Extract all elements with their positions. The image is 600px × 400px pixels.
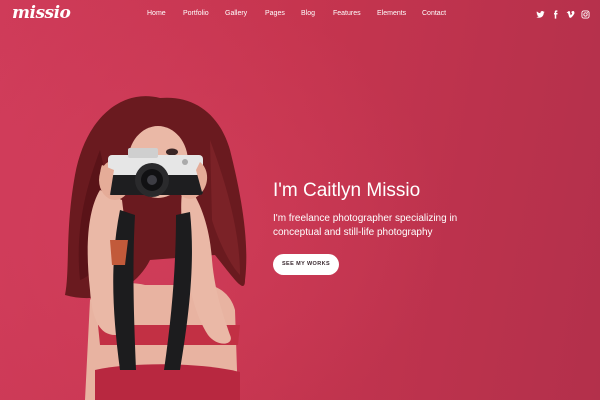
nav-item-features[interactable]: Features <box>333 10 361 17</box>
hero-subtitle-line-2: conceptual and still-life photography <box>273 227 433 238</box>
nav-item-portfolio[interactable]: Portfolio <box>183 10 209 17</box>
main-nav: Home Portfolio Gallery Pages Blog Featur… <box>0 10 600 22</box>
nav-item-contact[interactable]: Contact <box>422 10 446 17</box>
nav-item-pages[interactable]: Pages <box>265 10 285 17</box>
nav-item-gallery[interactable]: Gallery <box>225 10 247 17</box>
vimeo-icon[interactable] <box>566 10 575 19</box>
hero-subtitle: I'm freelance photographer specializing … <box>273 212 483 240</box>
hero-subtitle-line-1: I'm freelance photographer specializing … <box>273 213 458 224</box>
hero-section: missio Home Portfolio Gallery Pages Blog… <box>0 0 600 400</box>
hero-photo <box>40 80 270 400</box>
nav-item-home[interactable]: Home <box>147 10 166 17</box>
nav-item-elements[interactable]: Elements <box>377 10 406 17</box>
hero-title: I'm Caitlyn Missio <box>273 180 421 201</box>
twitter-icon[interactable] <box>536 10 545 19</box>
instagram-icon[interactable] <box>581 10 590 19</box>
facebook-icon[interactable] <box>551 10 560 19</box>
nav-item-blog[interactable]: Blog <box>301 10 315 17</box>
see-my-works-button[interactable]: SEE MY WORKS <box>273 254 339 275</box>
site-header: missio Home Portfolio Gallery Pages Blog… <box>0 0 600 30</box>
